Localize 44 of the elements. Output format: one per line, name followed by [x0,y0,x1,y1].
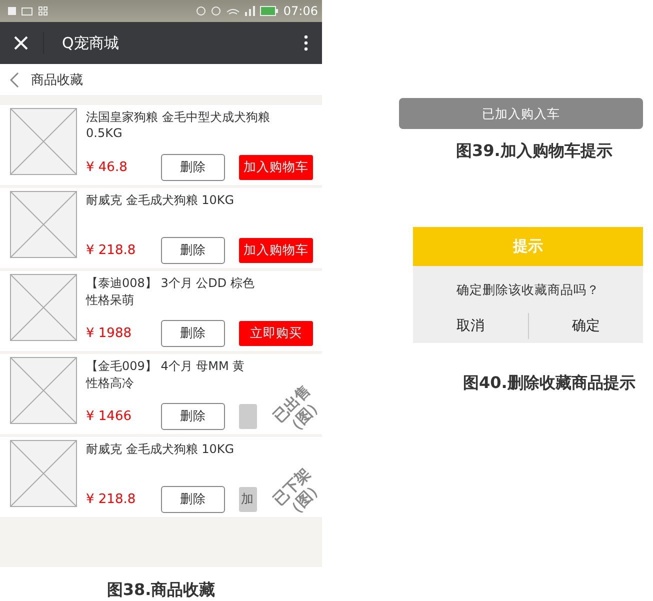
wifi-icon [226,7,240,15]
product-title: 耐威克 金毛成犬狗粮 10KG [86,441,236,457]
product-subtitle: 性格高冷 [86,375,135,391]
clock-time: 07:06 [283,4,318,18]
image-placeholder [10,108,77,175]
delete-button[interactable]: 删除 [161,320,225,347]
product-card[interactable]: 【金毛009】 4个月 母MM 黄 性格高冷 ¥ 1466 删除 已出售 （图） [0,354,322,434]
product-card[interactable]: 法国皇家狗粮 金毛中型犬成犬狗粮 0.5KG ¥ 46.8 删除 加入购物车 [0,105,322,185]
app-title: Q宠商城 [62,34,119,52]
price: ¥ 46.8 [86,160,128,175]
delete-button[interactable]: 删除 [161,237,225,264]
price: ¥ 218.8 [86,492,137,507]
figure-caption: 图38.商品收藏 [0,567,322,601]
product-title: 耐威克 金毛成犬狗粮 10KG [86,192,236,208]
close-icon[interactable] [14,36,28,50]
dialog-message: 确定删除该收藏商品吗？ [456,281,600,299]
product-title: 【泰迪008】 3个月 公DD 棕色 [86,275,256,291]
delete-button[interactable]: 删除 [161,154,225,181]
product-title: 法国皇家狗粮 金毛中型犬成犬狗粮 0.5KG [86,109,271,141]
more-icon[interactable] [304,35,308,51]
delete-button[interactable]: 删除 [161,486,225,513]
battery-icon [260,6,278,16]
back-icon[interactable] [10,72,19,88]
product-subtitle: 性格呆萌 [86,292,135,308]
cart-button[interactable]: 加入购物车 [239,155,313,180]
product-title: 【金毛009】 4个月 母MM 黄 [86,358,246,374]
dialog-button[interactable]: 确定 [528,313,643,339]
product-card[interactable]: 【泰迪008】 3个月 公DD 棕色 性格呆萌 ¥ 1988 删除 立即购买 [0,271,322,351]
price: ¥ 1988 [86,326,132,341]
product-card[interactable]: 耐威克 金毛成犬狗粮 10KG ¥ 218.8 删除 加入购物车 [0,188,322,268]
price: ¥ 218.8 [86,243,137,258]
dialog-title: 提示 [413,227,643,266]
image-placeholder [10,440,77,507]
cart-button[interactable]: 加入购物车 [239,238,313,263]
dialog-button[interactable]: 取消 [413,309,528,343]
price: ¥ 1466 [86,409,132,424]
image-placeholder [10,274,77,341]
image-placeholder [10,357,77,424]
toast-message: 已加入购入车 [399,98,643,129]
delete-button[interactable]: 删除 [161,403,225,430]
image-placeholder [10,191,77,258]
cart-button[interactable]: 立即购买 [239,321,313,346]
signal-icon [245,6,256,16]
page-title: 商品收藏 [31,72,83,88]
